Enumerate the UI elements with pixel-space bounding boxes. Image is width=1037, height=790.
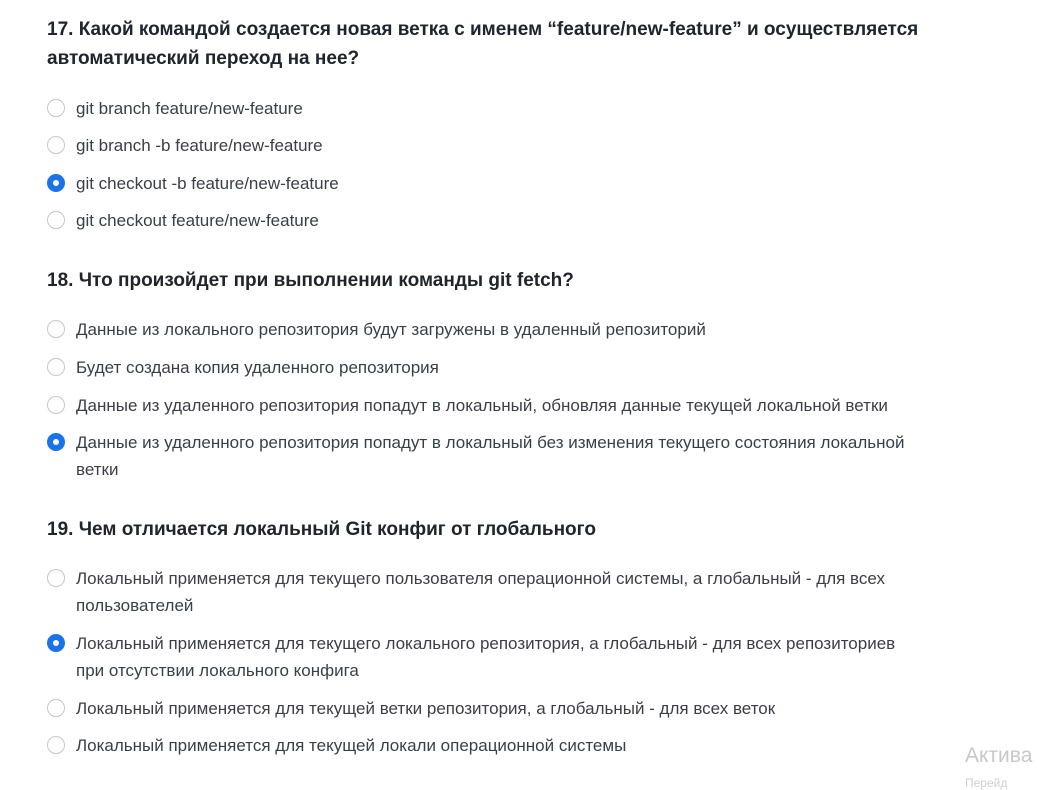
radio-button[interactable] — [47, 736, 65, 754]
windows-activation-watermark: Актива — [965, 744, 1033, 767]
answer-option[interactable]: Будет создана копия удаленного репозитор… — [47, 354, 439, 381]
option-label: Будет создана копия удаленного репозитор… — [76, 358, 439, 377]
option-label: Данные из удаленного репозитория попадут… — [76, 433, 905, 479]
question-title: 19. Чем отличается локальный Git конфиг … — [47, 519, 596, 540]
windows-activation-watermark-sub: Перейд — [965, 776, 1008, 790]
answer-option[interactable]: Данные из локального репозитория будут з… — [47, 316, 706, 343]
option-label: Данные из локального репозитория будут з… — [76, 320, 706, 339]
answer-option[interactable]: git branch feature/new-feature — [47, 95, 303, 122]
answer-option[interactable]: Локальный применяется для текущей локали… — [47, 732, 626, 759]
option-label: Локальный применяется для текущего локал… — [76, 634, 896, 680]
radio-button[interactable] — [47, 569, 65, 587]
answer-option[interactable]: Данные из удаленного репозитория попадут… — [47, 392, 888, 419]
option-label: Локальный применяется для текущего польз… — [76, 569, 885, 615]
answer-option[interactable]: Данные из удаленного репозитория попадут… — [47, 429, 937, 483]
option-label: Локальный применяется для текущей локали… — [76, 736, 627, 755]
answer-option[interactable]: Локальный применяется для текущей ветки … — [47, 695, 775, 722]
radio-button[interactable] — [47, 99, 65, 117]
radio-button[interactable] — [47, 699, 65, 717]
question-title: 17. Какой командой создается новая ветка… — [47, 19, 919, 69]
answer-option[interactable]: git branch -b feature/new-feature — [47, 132, 323, 159]
question-title: 18. Что произойдет при выполнении команд… — [47, 270, 574, 291]
radio-button[interactable] — [47, 396, 65, 414]
option-label: git checkout -b feature/new-feature — [76, 174, 339, 193]
answer-option[interactable]: git checkout -b feature/new-feature — [47, 170, 339, 197]
answer-option[interactable]: Локальный применяется для текущего локал… — [47, 630, 927, 684]
radio-button[interactable] — [47, 320, 65, 338]
option-label: git checkout feature/new-feature — [76, 211, 319, 230]
answer-option[interactable]: Локальный применяется для текущего польз… — [47, 565, 917, 619]
option-label: Данные из удаленного репозитория попадут… — [76, 396, 888, 415]
option-label: git branch -b feature/new-feature — [76, 136, 323, 155]
answer-option[interactable]: git checkout feature/new-feature — [47, 207, 319, 234]
radio-button[interactable] — [47, 136, 65, 154]
option-label: git branch feature/new-feature — [76, 99, 303, 118]
option-label: Локальный применяется для текущей ветки … — [76, 699, 776, 718]
radio-button[interactable] — [47, 211, 65, 229]
radio-button[interactable] — [47, 358, 65, 376]
radio-button[interactable] — [47, 634, 65, 652]
radio-button[interactable] — [47, 174, 65, 192]
radio-button[interactable] — [47, 433, 65, 451]
